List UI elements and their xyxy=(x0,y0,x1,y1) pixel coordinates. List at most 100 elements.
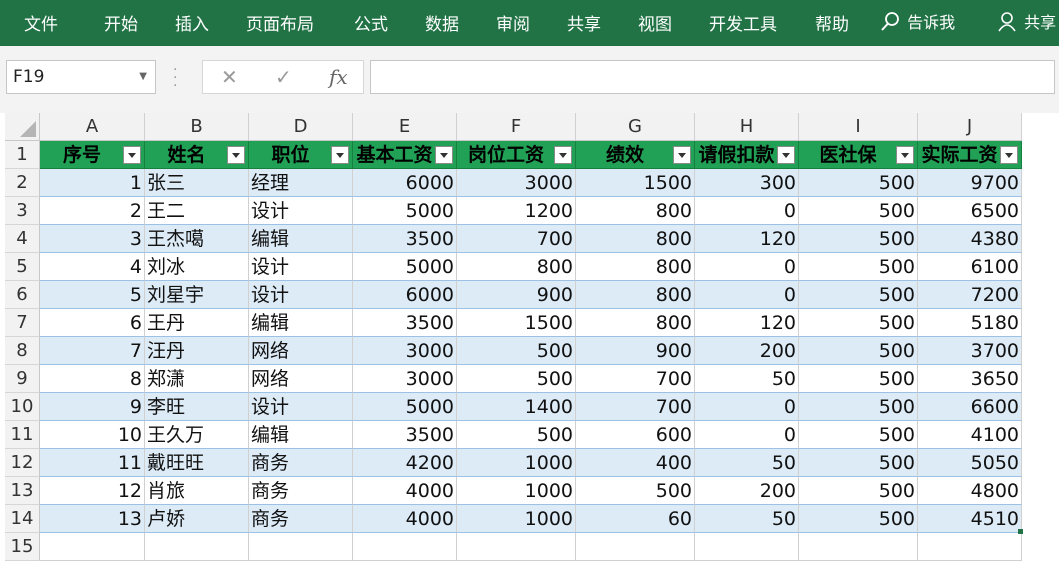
table-cell[interactable]: 设计 xyxy=(249,197,353,225)
table-cell[interactable]: 郑潇 xyxy=(145,365,249,393)
tab-help[interactable]: 帮助 xyxy=(815,10,849,35)
table-cell[interactable]: 1000 xyxy=(457,449,576,477)
table-cell[interactable]: 400 xyxy=(576,449,695,477)
row-header-5[interactable]: 5 xyxy=(5,253,40,281)
table-cell[interactable]: 800 xyxy=(576,225,695,253)
row-header-13[interactable]: 13 xyxy=(5,477,40,505)
table-cell[interactable]: 0 xyxy=(695,281,799,309)
table-cell[interactable]: 4800 xyxy=(918,477,1022,505)
filter-dropdown-icon[interactable] xyxy=(777,146,795,164)
table-cell[interactable]: 800 xyxy=(576,197,695,225)
table-cell[interactable]: 500 xyxy=(576,477,695,505)
table-cell[interactable]: 4000 xyxy=(353,477,457,505)
table-cell[interactable]: 3000 xyxy=(353,365,457,393)
name-box[interactable]: F19 ▼ xyxy=(6,60,156,94)
table-cell[interactable]: 王久万 xyxy=(145,421,249,449)
table-cell[interactable]: 500 xyxy=(799,281,918,309)
table-cell[interactable]: 6000 xyxy=(353,281,457,309)
tab-developer[interactable]: 开发工具 xyxy=(709,10,777,35)
empty-cell[interactable] xyxy=(799,533,918,561)
table-cell[interactable]: 6 xyxy=(40,309,145,337)
table-cell[interactable]: 网络 xyxy=(249,337,353,365)
empty-cell[interactable] xyxy=(918,533,1022,561)
table-cell[interactable]: 800 xyxy=(576,253,695,281)
tab-home[interactable]: 开始 xyxy=(104,10,138,35)
row-header-1[interactable]: 1 xyxy=(5,141,40,169)
table-cell[interactable]: 戴旺旺 xyxy=(145,449,249,477)
table-cell[interactable]: 商务 xyxy=(249,505,353,533)
table-cell[interactable]: 1500 xyxy=(576,169,695,197)
table-cell[interactable]: 王丹 xyxy=(145,309,249,337)
table-cell[interactable]: 李旺 xyxy=(145,393,249,421)
table-cell[interactable]: 3000 xyxy=(353,337,457,365)
share-button[interactable]: 共享 xyxy=(997,9,1056,33)
table-cell[interactable]: 500 xyxy=(799,505,918,533)
column-header-h[interactable]: H xyxy=(695,113,799,141)
table-cell[interactable]: 3500 xyxy=(353,309,457,337)
table-cell[interactable]: 3000 xyxy=(457,169,576,197)
table-cell[interactable]: 900 xyxy=(576,337,695,365)
filter-dropdown-icon[interactable] xyxy=(673,146,691,164)
filter-dropdown-icon[interactable] xyxy=(554,146,572,164)
table-cell[interactable]: 5180 xyxy=(918,309,1022,337)
table-cell[interactable]: 9 xyxy=(40,393,145,421)
column-header-a[interactable]: A xyxy=(40,113,145,141)
row-header-10[interactable]: 10 xyxy=(5,393,40,421)
table-cell[interactable]: 商务 xyxy=(249,449,353,477)
table-cell[interactable]: 7 xyxy=(40,337,145,365)
row-header-15[interactable]: 15 xyxy=(5,533,40,561)
table-cell[interactable]: 2 xyxy=(40,197,145,225)
table-cell[interactable]: 6500 xyxy=(918,197,1022,225)
row-header-8[interactable]: 8 xyxy=(5,337,40,365)
table-cell[interactable]: 900 xyxy=(457,281,576,309)
table-cell[interactable]: 4 xyxy=(40,253,145,281)
table-cell[interactable]: 7200 xyxy=(918,281,1022,309)
table-resize-handle[interactable] xyxy=(1018,529,1023,534)
table-cell[interactable]: 120 xyxy=(695,309,799,337)
column-header-g[interactable]: G xyxy=(576,113,695,141)
table-cell[interactable]: 6100 xyxy=(918,253,1022,281)
table-cell[interactable]: 刘冰 xyxy=(145,253,249,281)
table-cell[interactable]: 5050 xyxy=(918,449,1022,477)
tab-data[interactable]: 数据 xyxy=(425,10,459,35)
table-cell[interactable]: 编辑 xyxy=(249,225,353,253)
table-cell[interactable]: 0 xyxy=(695,421,799,449)
table-cell[interactable]: 12 xyxy=(40,477,145,505)
table-cell[interactable]: 汪丹 xyxy=(145,337,249,365)
table-cell[interactable]: 3500 xyxy=(353,421,457,449)
table-cell[interactable]: 500 xyxy=(799,225,918,253)
table-cell[interactable]: 500 xyxy=(799,337,918,365)
table-cell[interactable]: 9700 xyxy=(918,169,1022,197)
filter-dropdown-icon[interactable] xyxy=(435,146,453,164)
row-header-12[interactable]: 12 xyxy=(5,449,40,477)
table-cell[interactable]: 1 xyxy=(40,169,145,197)
row-header-3[interactable]: 3 xyxy=(5,197,40,225)
table-cell[interactable]: 500 xyxy=(799,421,918,449)
table-cell[interactable]: 编辑 xyxy=(249,421,353,449)
empty-cell[interactable] xyxy=(695,533,799,561)
table-cell[interactable]: 设计 xyxy=(249,393,353,421)
tab-file[interactable]: 文件 xyxy=(24,10,58,35)
table-cell[interactable]: 120 xyxy=(695,225,799,253)
table-cell[interactable]: 700 xyxy=(457,225,576,253)
filter-dropdown-icon[interactable] xyxy=(896,146,914,164)
table-cell[interactable]: 500 xyxy=(457,337,576,365)
table-cell[interactable]: 网络 xyxy=(249,365,353,393)
table-cell[interactable]: 3700 xyxy=(918,337,1022,365)
formula-input[interactable] xyxy=(370,60,1055,94)
empty-cell[interactable] xyxy=(145,533,249,561)
tab-review[interactable]: 审阅 xyxy=(496,10,530,35)
table-cell[interactable]: 11 xyxy=(40,449,145,477)
table-cell[interactable]: 设计 xyxy=(249,281,353,309)
table-cell[interactable]: 200 xyxy=(695,477,799,505)
table-cell[interactable]: 6600 xyxy=(918,393,1022,421)
table-cell[interactable]: 5000 xyxy=(353,393,457,421)
tell-me-search[interactable]: 告诉我 xyxy=(880,9,955,33)
table-cell[interactable]: 500 xyxy=(799,365,918,393)
table-cell[interactable]: 50 xyxy=(695,449,799,477)
table-cell[interactable]: 肖旅 xyxy=(145,477,249,505)
table-cell[interactable]: 5000 xyxy=(353,197,457,225)
tab-insert[interactable]: 插入 xyxy=(175,10,209,35)
filter-dropdown-icon[interactable] xyxy=(227,146,245,164)
cancel-icon[interactable]: ✕ xyxy=(221,65,238,89)
